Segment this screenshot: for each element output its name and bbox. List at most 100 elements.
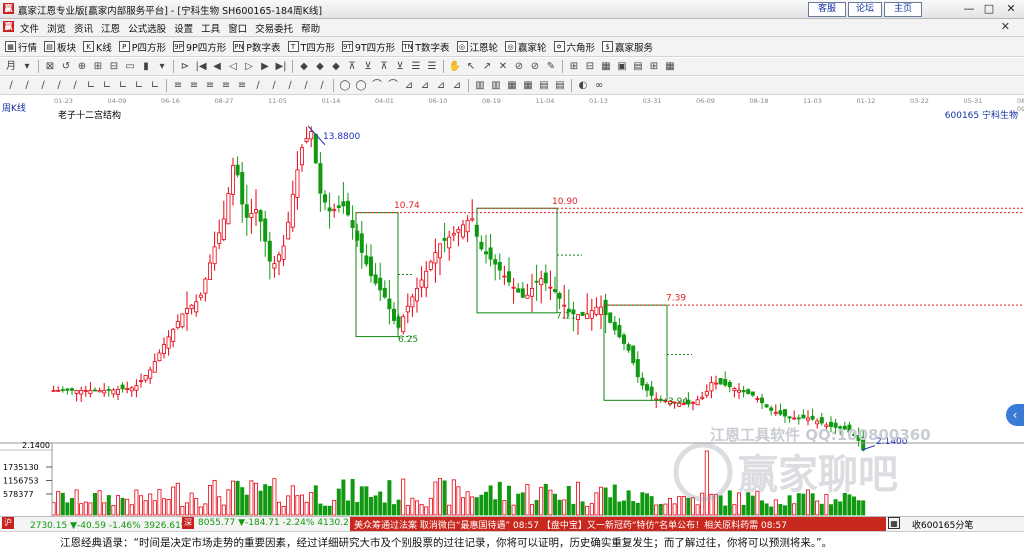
side-scroll-icon[interactable]: ‹ — [1006, 404, 1024, 426]
toolbar2-tool-icon[interactable]: ✋ — [448, 60, 462, 74]
toolbar3-tool-icon[interactable]: ▥ — [473, 79, 487, 93]
forum-button[interactable]: 论坛 — [848, 2, 882, 17]
toolbar2-tool-icon[interactable]: 月 — [4, 60, 18, 74]
menu-item-0[interactable]: 文件 — [20, 21, 39, 35]
toolbar2-tool-icon[interactable]: ☰ — [409, 60, 423, 74]
toolbar2-tool-icon[interactable]: ▦ — [663, 60, 677, 74]
toolbar2-tool-icon[interactable]: ▶ — [258, 60, 272, 74]
toolbar3-tool-icon[interactable]: ∕ — [68, 79, 82, 93]
toolbar3-tool-icon[interactable]: ▦ — [505, 79, 519, 93]
toolbar2-tool-icon[interactable]: ▮ — [139, 60, 153, 74]
menu-item-2[interactable]: 资讯 — [74, 21, 93, 35]
toolbar3-tool-icon[interactable]: ≡ — [203, 79, 217, 93]
menu-item-4[interactable]: 公式选股 — [128, 21, 166, 35]
toolbar3-tool-icon[interactable]: ≡ — [171, 79, 185, 93]
toolbar3-tool-icon[interactable]: ▤ — [537, 79, 551, 93]
toolbar3-tool-icon[interactable]: ∕ — [52, 79, 66, 93]
toolbar3-tool-icon[interactable]: ∕ — [283, 79, 297, 93]
toolbar3-tool-icon[interactable]: ≡ — [235, 79, 249, 93]
toolbar-service-button[interactable]: $ 赢家服务 — [602, 40, 653, 54]
toolbar3-tool-icon[interactable]: ∕ — [251, 79, 265, 93]
sz-index-text[interactable]: 8055.77 ▼-184.71 -2.24% 4130.2 — [198, 518, 349, 528]
toolbar2-tool-icon[interactable]: ⊼ — [345, 60, 359, 74]
toolbar3-tool-icon[interactable]: ⌒ — [370, 79, 384, 93]
toolbar-p-square-button[interactable]: P P四方形 — [118, 40, 166, 54]
menu-close-icon[interactable]: ✕ — [1001, 20, 1010, 33]
toolbar2-tool-icon[interactable]: ⊕ — [75, 60, 89, 74]
toolbar3-tool-icon[interactable]: ∟ — [100, 79, 114, 93]
toolbar-kline-button[interactable]: K K线 — [83, 40, 112, 54]
toolbar2-tool-icon[interactable]: ⊘ — [528, 60, 542, 74]
period-label[interactable]: 周K线 — [2, 101, 26, 114]
close-icon[interactable]: ✕ — [1002, 2, 1020, 15]
toolbar3-tool-icon[interactable]: ∕ — [20, 79, 34, 93]
toolbar3-tool-icon[interactable]: ∕ — [267, 79, 281, 93]
service-button[interactable]: 客服 — [808, 2, 846, 17]
toolbar2-tool-icon[interactable]: ◆ — [297, 60, 311, 74]
toolbar2-tool-icon[interactable]: ▾ — [155, 60, 169, 74]
toolbar-gann-wheel-button[interactable]: ◎ 江恩轮 — [456, 40, 498, 54]
toolbar3-tool-icon[interactable]: ≡ — [219, 79, 233, 93]
toolbar3-tool-icon[interactable]: ∟ — [84, 79, 98, 93]
menu-item-6[interactable]: 工具 — [201, 21, 220, 35]
toolbar3-tool-icon[interactable]: ∕ — [315, 79, 329, 93]
toolbar3-tool-icon[interactable]: ▦ — [521, 79, 535, 93]
toolbar2-tool-icon[interactable]: ⊳ — [178, 60, 192, 74]
toolbar2-tool-icon[interactable]: ⊼ — [377, 60, 391, 74]
menu-item-8[interactable]: 交易委托 — [255, 21, 293, 35]
toolbar2-tool-icon[interactable]: ▣ — [615, 60, 629, 74]
toolbar-sector-button[interactable]: ▤ 板块 — [44, 40, 76, 54]
toolbar3-tool-icon[interactable]: ∟ — [148, 79, 162, 93]
toolbar2-tool-icon[interactable]: ▷ — [242, 60, 256, 74]
toolbar2-tool-icon[interactable]: |◀ — [194, 60, 208, 74]
toolbar2-tool-icon[interactable]: ↺ — [59, 60, 73, 74]
toolbar3-tool-icon[interactable]: ∟ — [116, 79, 130, 93]
toolbar3-tool-icon[interactable]: ∞ — [592, 79, 606, 93]
menu-item-5[interactable]: 设置 — [174, 21, 193, 35]
toolbar2-tool-icon[interactable]: ▭ — [123, 60, 137, 74]
toolbar-t-numtable-button[interactable]: TN T数字表 — [402, 40, 450, 54]
toolbar-9t-square-button[interactable]: 9T 9T四方形 — [341, 40, 395, 54]
toolbar-hexagon-button[interactable]: ✡ 六角形 — [553, 40, 595, 54]
toolbar3-tool-icon[interactable]: ∕ — [36, 79, 50, 93]
menu-item-1[interactable]: 浏览 — [47, 21, 66, 35]
toolbar-quote-button[interactable]: ▦ 行情 — [5, 40, 37, 54]
toolbar-t-square-button[interactable]: T T四方形 — [287, 40, 335, 54]
tick-detail-link[interactable]: 收600165分笔 — [912, 518, 973, 531]
toolbar2-tool-icon[interactable]: ▤ — [631, 60, 645, 74]
toolbar3-tool-icon[interactable]: ⊿ — [402, 79, 416, 93]
toolbar3-tool-icon[interactable]: ∕ — [4, 79, 18, 93]
toolbar2-tool-icon[interactable]: ◀ — [210, 60, 224, 74]
home-button[interactable]: 主页 — [884, 2, 922, 17]
toolbar3-tool-icon[interactable]: ⊿ — [434, 79, 448, 93]
toolbar3-tool-icon[interactable]: ◯ — [338, 79, 352, 93]
menu-item-3[interactable]: 江恩 — [101, 21, 120, 35]
toolbar3-tool-icon[interactable]: ∟ — [132, 79, 146, 93]
toolbar3-tool-icon[interactable]: ∕ — [299, 79, 313, 93]
news-ticker[interactable]: 美众筹通过法案 取消微白“最惠国待遇” 08:57 【盘中宝】又一新冠药“特仿”… — [350, 517, 886, 531]
toolbar3-tool-icon[interactable]: ⊿ — [418, 79, 432, 93]
toolbar2-tool-icon[interactable]: ☰ — [425, 60, 439, 74]
toolbar2-tool-icon[interactable]: ◁ — [226, 60, 240, 74]
menu-item-7[interactable]: 窗口 — [228, 21, 247, 35]
toolbar2-tool-icon[interactable]: ⊞ — [91, 60, 105, 74]
toolbar3-tool-icon[interactable]: ⌒ — [386, 79, 400, 93]
toolbar2-tool-icon[interactable]: ⊠ — [43, 60, 57, 74]
toolbar2-tool-icon[interactable]: ↖ — [464, 60, 478, 74]
toolbar2-tool-icon[interactable]: ▶| — [274, 60, 288, 74]
minimize-icon[interactable]: — — [960, 2, 978, 15]
toolbar2-tool-icon[interactable]: ◆ — [313, 60, 327, 74]
toolbar2-tool-icon[interactable]: ⊻ — [361, 60, 375, 74]
toolbar2-tool-icon[interactable]: ⊻ — [393, 60, 407, 74]
toolbar3-tool-icon[interactable]: ⊿ — [450, 79, 464, 93]
toolbar3-tool-icon[interactable]: ◐ — [576, 79, 590, 93]
toolbar-winner-wheel-button[interactable]: ◎ 赢家轮 — [505, 40, 547, 54]
toolbar2-tool-icon[interactable]: ◆ — [329, 60, 343, 74]
toolbar2-tool-icon[interactable]: ⊘ — [512, 60, 526, 74]
toolbar2-tool-icon[interactable]: ↗ — [480, 60, 494, 74]
toolbar3-tool-icon[interactable]: ▥ — [489, 79, 503, 93]
toolbar2-tool-icon[interactable]: ⊞ — [647, 60, 661, 74]
menu-item-9[interactable]: 帮助 — [301, 21, 320, 35]
toolbar2-tool-icon[interactable]: ⊞ — [567, 60, 581, 74]
sh-index-text[interactable]: 2730.15 ▼-40.59 -1.46% 3926.61亿 — [30, 518, 190, 531]
